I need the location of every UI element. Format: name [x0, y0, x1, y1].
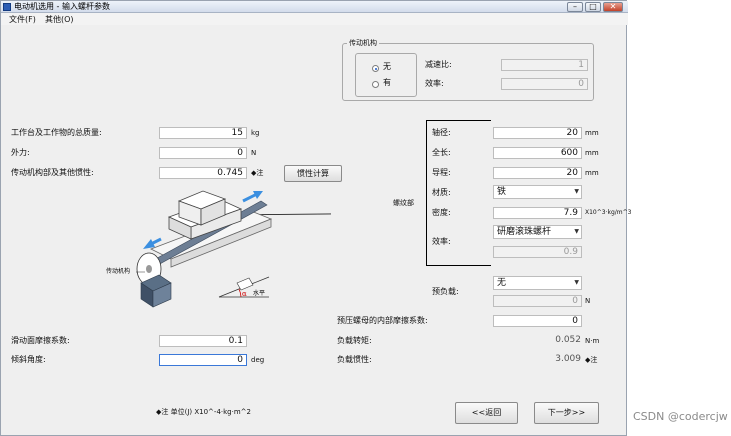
chevron-down-icon: ▼ — [574, 228, 579, 235]
lead-label: 导程: — [432, 168, 451, 177]
window-title: 电动机选用 - 输入螺杆参数 — [14, 2, 110, 11]
ratio-field[interactable]: 1 — [501, 59, 588, 71]
unit-note: ◆注 单位(J) X10^-4·kg·m^2 — [156, 408, 251, 416]
length-unit: mm — [585, 149, 599, 157]
menu-bar: 文件(F) 其他(O) — [1, 13, 628, 25]
angle-arc — [238, 288, 242, 298]
lead-field[interactable]: 20 — [493, 167, 582, 179]
friction-field[interactable]: 0.1 — [159, 335, 247, 347]
density-field[interactable]: 7.9 — [493, 207, 582, 219]
load-torque-unit: N·m — [585, 337, 600, 345]
close-button[interactable]: ✕ — [603, 2, 623, 12]
title-bar: 电动机选用 - 输入螺杆参数 – □ ✕ — [1, 1, 628, 13]
material-label: 材质: — [432, 188, 451, 197]
inertia-note-unit: ◆注 — [251, 169, 264, 177]
material-select[interactable]: 铁 ▼ — [493, 185, 582, 199]
diameter-unit: mm — [585, 129, 599, 137]
load-inertia-label: 负载惯性: — [337, 355, 372, 364]
load-inertia-value: 3.009 — [555, 354, 581, 364]
transmission-efficiency-field[interactable]: 0 — [501, 78, 588, 90]
watermark: CSDN @codercjw — [633, 410, 728, 423]
load-torque-label: 负载转矩: — [337, 336, 372, 345]
angle-label-left: 倾斜角度: — [11, 355, 46, 364]
material-select-value: 铁 — [497, 187, 507, 197]
angle-label: α — [242, 290, 247, 298]
motion-arrow-left-head — [143, 239, 155, 249]
preload-unit: N — [585, 297, 591, 305]
preload-select[interactable]: 无 ▼ — [493, 276, 582, 290]
density-unit: X10^3·kg/m^3 — [585, 209, 632, 216]
diameter-label: 轴径: — [432, 128, 451, 137]
next-button[interactable]: 下一步>> — [534, 402, 599, 424]
external-force-unit: N — [251, 149, 257, 157]
load-inertia-note: ◆注 — [585, 356, 598, 364]
preload-label: 预负载: — [432, 287, 459, 296]
lead-unit: mm — [585, 169, 599, 177]
motion-arrow-right — [242, 192, 258, 203]
ratio-label: 减速比: — [425, 60, 452, 69]
chevron-down-icon: ▼ — [574, 188, 579, 195]
transmission-efficiency-label: 效率: — [425, 79, 444, 88]
density-label: 密度: — [432, 208, 451, 217]
maximize-button[interactable]: □ — [585, 2, 601, 12]
diagram-transmission-label: 传动机构 — [106, 267, 130, 275]
transmission-yes-label: 有 — [383, 78, 391, 87]
screw-efficiency-select[interactable]: 研磨滚珠螺杆 ▼ — [493, 225, 582, 239]
preload-field[interactable]: 0 — [493, 295, 582, 307]
transmission-group-title: 传动机构 — [347, 39, 379, 47]
screw-part-label: 螺纹部 — [393, 199, 414, 207]
screw-efficiency-label: 效率: — [432, 237, 451, 246]
total-mass-label: 工作台及工作物的总质量: — [11, 128, 102, 137]
screw-efficiency-select-value: 研磨滚珠螺杆 — [497, 227, 552, 237]
back-button[interactable]: <<返回 — [455, 402, 518, 424]
load-torque-value: 0.052 — [555, 335, 581, 345]
external-force-label: 外力: — [11, 148, 30, 157]
external-force-field[interactable]: 0 — [159, 147, 247, 159]
transmission-none-label: 无 — [383, 62, 391, 71]
app-icon — [3, 3, 11, 11]
transmission-none-radio[interactable] — [372, 65, 379, 72]
length-field[interactable]: 600 — [493, 147, 582, 159]
inertia-label: 传动机构部及其他惯性: — [11, 168, 94, 177]
transmission-radio-box — [355, 53, 417, 97]
inertia-field[interactable]: 0.745 — [159, 167, 247, 179]
transmission-yes-radio[interactable] — [372, 81, 379, 88]
internal-friction-field[interactable]: 0 — [493, 315, 582, 327]
diameter-field[interactable]: 20 — [493, 127, 582, 139]
menu-other[interactable]: 其他(O) — [45, 15, 74, 24]
total-mass-field[interactable]: 15 — [159, 127, 247, 139]
preload-select-value: 无 — [497, 278, 507, 288]
horizontal-label: 水平 — [253, 289, 265, 297]
length-label: 全长: — [432, 148, 451, 157]
menu-file[interactable]: 文件(F) — [9, 15, 36, 24]
total-mass-unit: kg — [251, 129, 260, 137]
screw-efficiency-field[interactable]: 0.9 — [493, 246, 582, 258]
chevron-down-icon: ▼ — [574, 279, 579, 286]
ball-screw-diagram: 传动机构 α 水平 — [106, 190, 331, 308]
friction-label: 滑动面摩擦系数: — [11, 336, 70, 345]
minimize-button[interactable]: – — [567, 2, 583, 12]
internal-friction-label: 预压螺母的内部摩擦系数: — [337, 316, 428, 325]
app-window: 电动机选用 - 输入螺杆参数 – □ ✕ 文件(F) 其他(O) 传动机构 无 … — [0, 0, 632, 436]
angle-field[interactable]: 0 — [159, 354, 247, 366]
incline-block — [236, 277, 254, 291]
angle-unit: deg — [251, 356, 265, 364]
pulley-hub — [146, 265, 152, 273]
